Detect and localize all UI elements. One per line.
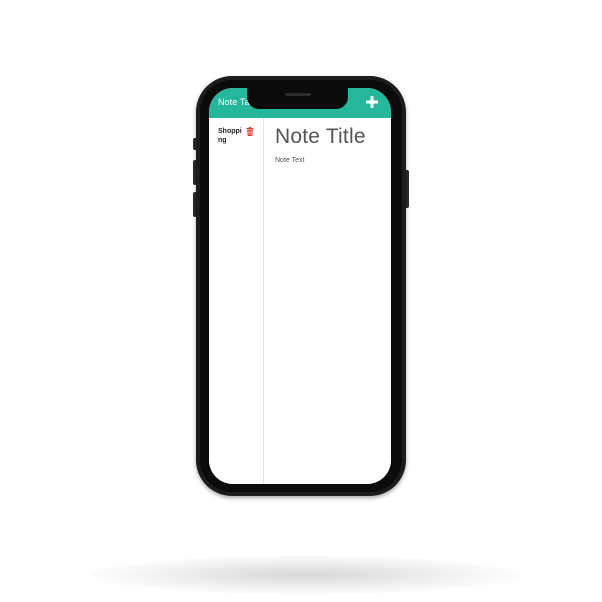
floor-shadow [90,555,520,595]
list-item[interactable]: Shopping [218,127,262,151]
plus-icon [366,96,378,108]
trash-icon [246,127,254,136]
note-editor: Note Title Note Text [264,118,391,484]
product-photo-stage: Note Taker Shopping Note Title Note Text [0,0,602,602]
phone-notch [247,88,348,109]
note-title-input[interactable]: Note Title [275,125,387,149]
phone-screen: Note Taker Shopping Note Title Note Text [209,88,391,484]
notes-sidebar: Shopping [209,118,264,484]
note-text-input[interactable]: Note Text [275,157,387,164]
note-list-label: Shopping [218,128,242,144]
phone-speaker [285,93,311,96]
add-note-button[interactable] [364,94,380,110]
phone-frame: Note Taker Shopping Note Title Note Text [196,76,406,496]
app-header: Note Taker [209,88,391,118]
delete-note-button[interactable] [246,127,254,136]
